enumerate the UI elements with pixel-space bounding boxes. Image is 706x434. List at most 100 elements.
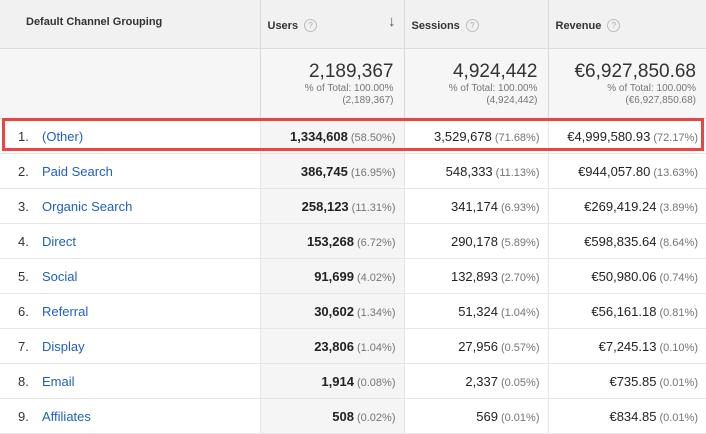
table-row: 2. Paid Search 386,745 (16.95%) 548,333 (11.1… (0, 153, 706, 189)
sessions-value: 341,174 (450, 198, 498, 214)
users-value: 23,806 (314, 338, 354, 354)
revenue-value: €735.85 (609, 373, 657, 389)
sessions-cell: 51,324 (1.04%) (404, 293, 549, 329)
help-icon[interactable]: ? (607, 19, 621, 32)
sessions-percent: (0.57%) (500, 341, 540, 354)
revenue-percent: (0.01%) (659, 411, 698, 424)
revenue-cell: €944,057.80 (13.63%) (548, 153, 706, 189)
revenue-column-header[interactable]: Revenue? (548, 0, 706, 49)
row-number: 8. (18, 373, 29, 389)
sessions-percent: (6.93%) (500, 201, 540, 214)
dimension-column-header[interactable]: Default Channel Grouping (0, 0, 261, 49)
sessions-value: 2,337 (465, 373, 498, 389)
channel-link[interactable]: Email (42, 374, 75, 389)
sessions-percent: (5.89%) (500, 236, 540, 249)
sessions-value: 132,893 (450, 268, 498, 284)
users-cell: 91,699 (4.02%) (260, 258, 405, 294)
table-row: 7. Display 23,806 (1.04%) 27,956 (0.57%) €7,24… (0, 328, 706, 364)
table-body: 1. (Other) 1,334,608 (58.50%) 3,529,678 (71.6… (0, 118, 706, 434)
row-number: 6. (18, 303, 29, 319)
users-percent: (1.34%) (356, 306, 396, 319)
sort-descending-icon[interactable]: ↓ (388, 13, 396, 30)
users-value: 91,699 (314, 268, 354, 284)
revenue-value: €269,419.24 (584, 198, 657, 214)
sessions-total-abs: (4,924,442) (486, 95, 538, 106)
users-header-label: Users (267, 20, 299, 32)
revenue-percent: (8.64%) (659, 236, 698, 249)
revenue-cell: €834.85 (0.01%) (548, 398, 706, 434)
channel-cell: 6. Referral (0, 293, 261, 329)
dimension-header-label: Default Channel Grouping (26, 16, 163, 28)
revenue-cell: €598,835.64 (8.64%) (548, 223, 706, 259)
users-cell: 30,602 (1.34%) (260, 293, 405, 329)
channel-link[interactable]: Organic Search (42, 199, 132, 214)
channel-cell: 2. Paid Search (0, 153, 261, 189)
channel-link[interactable]: Referral (42, 304, 88, 319)
channel-link[interactable]: Display (42, 339, 85, 354)
table-row: 8. Email 1,914 (0.08%) 2,337 (0.05%) €735.85 (0… (0, 363, 706, 399)
users-percent: (0.02%) (356, 411, 396, 424)
sessions-percent: (0.01%) (500, 411, 540, 424)
revenue-cell: €7,245.13 (0.10%) (548, 328, 706, 364)
revenue-value: €944,057.80 (578, 163, 651, 179)
channel-link[interactable]: Social (42, 269, 77, 284)
channel-link[interactable]: (Other) (42, 129, 83, 144)
revenue-value: €834.85 (609, 408, 657, 424)
help-icon[interactable]: ? (304, 19, 318, 32)
row-number: 3. (18, 198, 29, 214)
sessions-percent: (1.04%) (500, 306, 540, 319)
users-column-header[interactable]: Users? ↓ (260, 0, 405, 49)
revenue-total-cell: €6,927,850.68 % of Total: 100.00% (€6,92… (548, 48, 706, 119)
revenue-percent: (0.01%) (659, 376, 698, 389)
users-cell: 1,914 (0.08%) (260, 363, 405, 399)
sessions-cell: 548,333 (11.13%) (404, 153, 549, 189)
channel-link[interactable]: Paid Search (42, 164, 113, 179)
users-cell: 1,334,608 (58.50%) (260, 118, 405, 154)
users-cell: 386,745 (16.95%) (260, 153, 405, 189)
channel-cell: 5. Social (0, 258, 261, 294)
users-percent: (6.72%) (356, 236, 396, 249)
revenue-percent: (0.81%) (659, 306, 698, 319)
channel-link[interactable]: Direct (42, 234, 76, 249)
revenue-value: €598,835.64 (584, 233, 657, 249)
sessions-percent: (2.70%) (500, 271, 540, 284)
users-total-value: 2,189,367 (308, 61, 394, 82)
totals-row: 2,189,367 % of Total: 100.00% (2,189,367… (0, 48, 706, 119)
row-number: 4. (18, 233, 29, 249)
sessions-cell: 341,174 (6.93%) (404, 188, 549, 224)
channel-cell: 4. Direct (0, 223, 261, 259)
users-cell: 258,123 (11.31%) (260, 188, 405, 224)
users-total-cell: 2,189,367 % of Total: 100.00% (2,189,367… (260, 48, 405, 119)
revenue-total-value: €6,927,850.68 (574, 61, 696, 82)
sessions-value: 3,529,678 (434, 128, 492, 144)
users-total-abs: (2,189,367) (342, 95, 394, 106)
users-percent: (4.02%) (356, 271, 396, 284)
table-header-row: Default Channel Grouping Users? ↓ Sessio… (0, 0, 706, 49)
channel-cell: 8. Email (0, 363, 261, 399)
help-icon[interactable]: ? (465, 19, 479, 32)
sessions-cell: 290,178 (5.89%) (404, 223, 549, 259)
users-total-pct: % of Total: 100.00% (304, 83, 394, 94)
row-number: 2. (18, 163, 29, 179)
row-number: 5. (18, 268, 29, 284)
revenue-percent: (3.89%) (659, 201, 698, 214)
users-value: 386,745 (300, 163, 348, 179)
sessions-value: 569 (476, 408, 498, 424)
totals-dimension-cell (0, 48, 261, 119)
sessions-value: 27,956 (458, 338, 498, 354)
table-row: 1. (Other) 1,334,608 (58.50%) 3,529,678 (71.6… (0, 118, 706, 154)
revenue-cell: €269,419.24 (3.89%) (548, 188, 706, 224)
sessions-cell: 3,529,678 (71.68%) (404, 118, 549, 154)
revenue-value: €7,245.13 (598, 338, 657, 354)
channel-link[interactable]: Affiliates (42, 409, 91, 424)
revenue-total-abs: (€6,927,850.68) (625, 95, 696, 106)
sessions-value: 51,324 (458, 303, 498, 319)
sessions-value: 548,333 (445, 163, 493, 179)
sessions-value: 290,178 (450, 233, 498, 249)
revenue-header-label: Revenue (555, 20, 602, 32)
table-row: 5. Social 91,699 (4.02%) 132,893 (2.70%) €50,9… (0, 258, 706, 294)
revenue-cell: €50,980.06 (0.74%) (548, 258, 706, 294)
sessions-column-header[interactable]: Sessions? (404, 0, 549, 49)
users-percent: (1.04%) (356, 341, 396, 354)
row-number: 7. (18, 338, 29, 354)
